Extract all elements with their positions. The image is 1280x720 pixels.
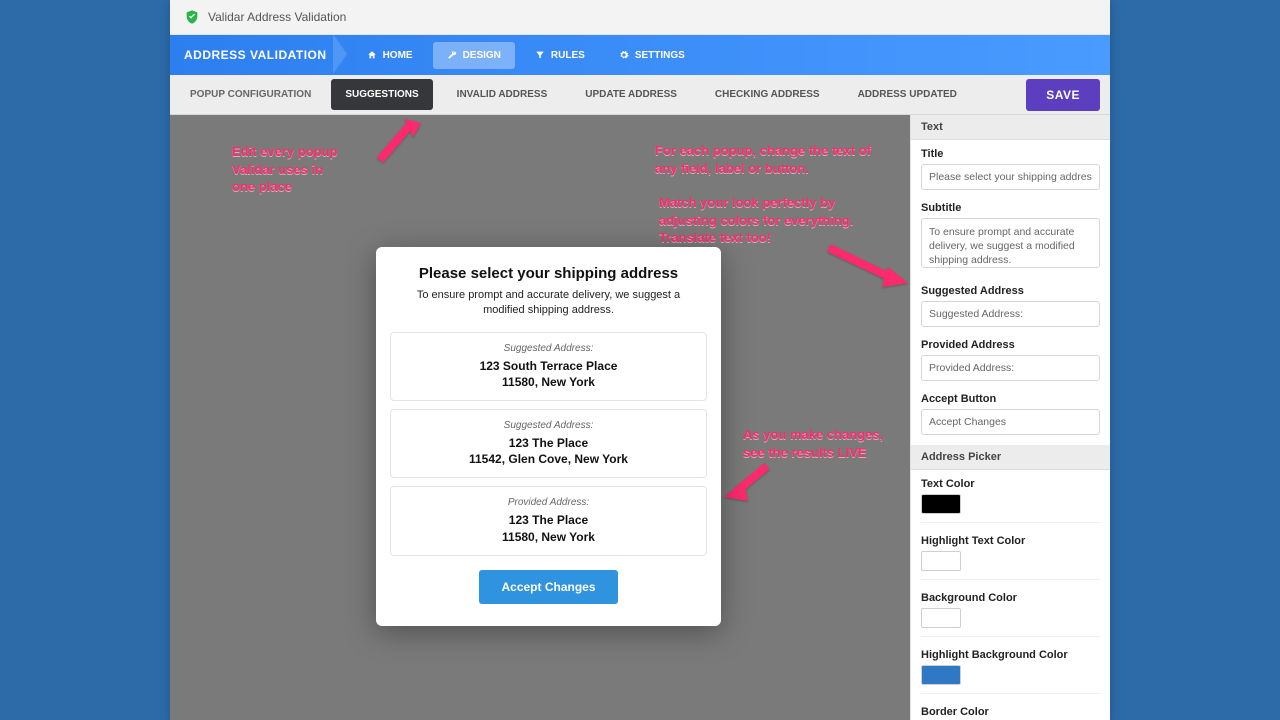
- title-bar: Validar Address Validation: [170, 0, 1110, 35]
- title-input[interactable]: [921, 164, 1100, 190]
- field-label: Border Color: [921, 706, 1100, 718]
- callout-edit-popups: Edit every popup Validar uses in one pla…: [232, 143, 337, 196]
- subtitle-input[interactable]: [921, 218, 1100, 268]
- divider: [921, 636, 1100, 637]
- field-label: Suggested Address: [921, 285, 1100, 297]
- address-tag: Provided Address:: [399, 497, 698, 508]
- preview-canvas: Edit every popup Validar uses in one pla…: [170, 115, 910, 720]
- nav-item-label: DESIGN: [463, 50, 501, 61]
- address-line: 123 South Terrace Place: [399, 358, 698, 374]
- address-line: 123 The Place: [399, 512, 698, 528]
- filter-icon: [535, 50, 545, 60]
- save-button[interactable]: SAVE: [1026, 79, 1100, 111]
- nav-item-label: HOME: [383, 50, 413, 61]
- nav-item-label: SETTINGS: [635, 50, 685, 61]
- field-label: Provided Address: [921, 339, 1100, 351]
- field-label: Accept Button: [921, 393, 1100, 405]
- address-tag: Suggested Address:: [399, 343, 698, 354]
- nav-item-design[interactable]: DESIGN: [433, 42, 515, 69]
- tab-address-updated[interactable]: ADDRESS UPDATED: [844, 79, 971, 110]
- field-label: Text Color: [921, 478, 1100, 490]
- arrow-icon: [722, 461, 772, 511]
- accept-button-input[interactable]: [921, 409, 1100, 435]
- tab-invalid-address[interactable]: INVALID ADDRESS: [443, 79, 562, 110]
- accept-changes-button[interactable]: Accept Changes: [479, 570, 617, 604]
- panel-section-header: Address Picker: [911, 445, 1110, 470]
- tab-update-address[interactable]: UPDATE ADDRESS: [571, 79, 691, 110]
- panel-section-header: Text: [911, 115, 1110, 140]
- field-label: Subtitle: [921, 202, 1100, 214]
- tab-suggestions[interactable]: SUGGESTIONS: [331, 79, 432, 110]
- highlight-background-color-swatch[interactable]: [921, 665, 961, 685]
- divider: [921, 579, 1100, 580]
- workspace: Edit every popup Validar uses in one pla…: [170, 115, 1110, 720]
- app-shell: Validar Address Validation ADDRESS VALID…: [170, 0, 1110, 720]
- main-nav: ADDRESS VALIDATION HOME DESIGN RULES SET…: [170, 35, 1110, 75]
- shield-check-icon: [184, 9, 200, 25]
- arrow-icon: [824, 243, 910, 298]
- field-label: Highlight Background Color: [921, 649, 1100, 661]
- highlight-text-color-swatch[interactable]: [921, 551, 961, 571]
- divider: [921, 693, 1100, 694]
- app-title: Validar Address Validation: [208, 10, 346, 24]
- popup-title: Please select your shipping address: [390, 265, 707, 282]
- subbar-title: POPUP CONFIGURATION: [180, 89, 321, 100]
- popup-subtitle: To ensure prompt and accurate delivery, …: [390, 288, 707, 318]
- nav-brand: ADDRESS VALIDATION: [184, 48, 327, 62]
- address-line: 11580, New York: [399, 374, 698, 390]
- suggested-address-input[interactable]: [921, 301, 1100, 327]
- address-card[interactable]: Suggested Address: 123 The Place 11542, …: [390, 409, 707, 478]
- provided-address-input[interactable]: [921, 355, 1100, 381]
- address-card[interactable]: Suggested Address: 123 South Terrace Pla…: [390, 332, 707, 401]
- nav-item-label: RULES: [551, 50, 585, 61]
- text-color-swatch[interactable]: [921, 494, 961, 514]
- sub-nav: POPUP CONFIGURATION SUGGESTIONS INVALID …: [170, 75, 1110, 115]
- callout-match-look: Match your look perfectly by adjusting c…: [659, 194, 853, 247]
- address-line: 123 The Place: [399, 435, 698, 451]
- nav-item-settings[interactable]: SETTINGS: [605, 42, 699, 69]
- field-label: Background Color: [921, 592, 1100, 604]
- callout-live-results: As you make changes, see the results LIV…: [743, 426, 883, 461]
- address-line: 11580, New York: [399, 529, 698, 545]
- address-card[interactable]: Provided Address: 123 The Place 11580, N…: [390, 486, 707, 555]
- callout-change-text: For each popup, change the text of any f…: [655, 142, 871, 177]
- tab-checking-address[interactable]: CHECKING ADDRESS: [701, 79, 834, 110]
- arrow-icon: [375, 115, 425, 170]
- address-popup-preview: Please select your shipping address To e…: [376, 247, 721, 626]
- gear-icon: [619, 50, 629, 60]
- field-label: Highlight Text Color: [921, 535, 1100, 547]
- nav-item-home[interactable]: HOME: [353, 42, 427, 69]
- field-label: Title: [921, 148, 1100, 160]
- address-tag: Suggested Address:: [399, 420, 698, 431]
- nav-item-rules[interactable]: RULES: [521, 42, 599, 69]
- address-line: 11542, Glen Cove, New York: [399, 451, 698, 467]
- background-color-swatch[interactable]: [921, 608, 961, 628]
- home-icon: [367, 50, 377, 60]
- divider: [921, 522, 1100, 523]
- wrench-icon: [447, 50, 457, 60]
- properties-panel: Text Title Subtitle Suggested Address Pr…: [910, 115, 1110, 720]
